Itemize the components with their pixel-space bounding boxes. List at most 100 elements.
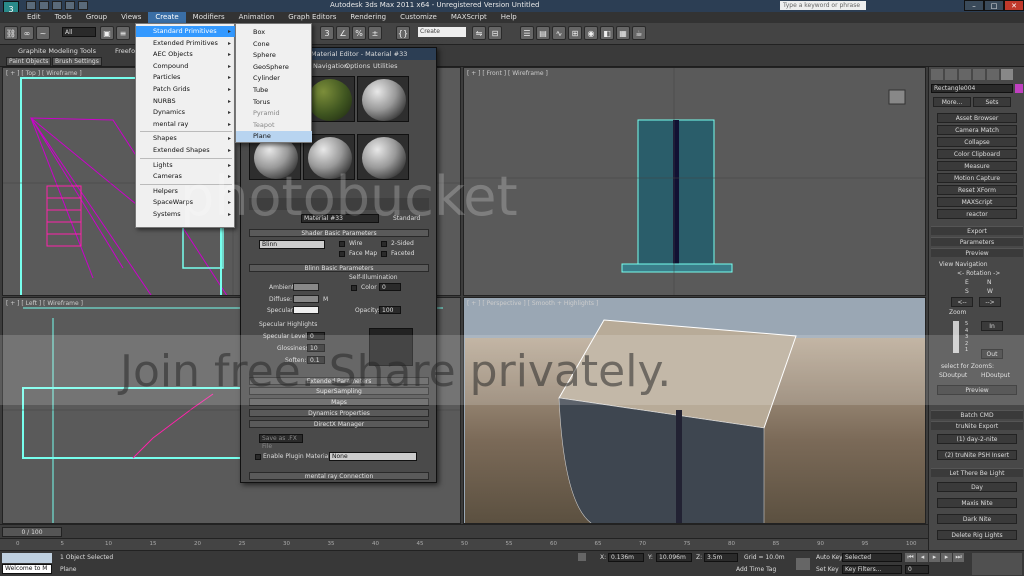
viewport-front[interactable]: [ + ] [ Front ] [ Wireframe ] — [463, 67, 926, 296]
menu-options[interactable]: Options — [345, 62, 370, 70]
angle-snap-icon[interactable]: ∠ — [336, 26, 350, 40]
align-icon[interactable]: ⊟ — [488, 26, 502, 40]
key-filters-button[interactable]: Key Filters... — [842, 565, 902, 574]
object-color-swatch[interactable] — [1015, 84, 1023, 93]
utilities-tab-icon[interactable] — [1001, 69, 1013, 80]
faceted-checkbox[interactable] — [381, 251, 387, 257]
lock-selection-icon[interactable] — [578, 553, 586, 561]
utility-reset-xform-button[interactable]: Reset XForm — [937, 185, 1017, 195]
y-coord-field[interactable]: 10.096m — [656, 553, 692, 562]
mirror-icon[interactable]: ⇋ — [472, 26, 486, 40]
bind-spacewarp-icon[interactable]: ~ — [36, 26, 50, 40]
utility-camera-match-button[interactable]: Camera Match — [937, 125, 1017, 135]
trunite-psh-button[interactable]: (2) truNite PSH Insert — [937, 450, 1017, 460]
viewport-navigation-controls[interactable] — [972, 553, 1022, 575]
sample-slot-2[interactable] — [357, 76, 409, 122]
x-coord-field[interactable]: 0.136m — [608, 553, 644, 562]
rollout-mental-ray[interactable]: mental ray Connection — [249, 472, 429, 480]
select-by-name-icon[interactable]: ≡ — [116, 26, 130, 40]
primitive-item-sphere[interactable]: Sphere — [236, 50, 312, 61]
radio-e[interactable]: E — [965, 279, 969, 286]
rollout-dynamics-properties[interactable]: Dynamics Properties — [249, 409, 429, 417]
opacity-field[interactable]: 100 — [379, 306, 401, 314]
specular-color-swatch[interactable] — [293, 306, 319, 314]
display-tab-icon[interactable] — [987, 69, 999, 80]
rotate-right-button[interactable]: --> — [979, 297, 1001, 307]
select-object-icon[interactable]: ▣ — [100, 26, 114, 40]
diffuse-map-button[interactable]: M — [323, 296, 328, 303]
radio-s[interactable]: S — [965, 288, 969, 295]
minimize-button[interactable]: – — [964, 0, 984, 11]
self-illum-color-checkbox[interactable] — [351, 285, 357, 291]
go-to-end-icon[interactable]: ⏭ — [953, 553, 964, 562]
utility-color-clipboard-button[interactable]: Color Clipboard — [937, 149, 1017, 159]
new-file-icon[interactable] — [26, 1, 36, 10]
primitive-item-torus[interactable]: Torus — [236, 97, 312, 108]
ambient-color-swatch[interactable] — [293, 283, 319, 291]
create-menu-item-patch-grids[interactable]: Patch Grids ▸ — [136, 84, 235, 95]
object-name-field[interactable]: Rectangle004 — [931, 84, 1013, 93]
search-input[interactable]: Type a keyword or phrase — [780, 1, 866, 10]
wire-checkbox[interactable] — [339, 241, 345, 247]
utility-reactor-button[interactable]: reactor — [937, 209, 1017, 219]
utility-maxscript-button[interactable]: MAXScript — [937, 197, 1017, 207]
save-fx-button[interactable]: Save as .FX File — [259, 434, 303, 450]
edit-named-sets-icon[interactable]: {} — [396, 26, 410, 40]
hierarchy-tab-icon[interactable] — [959, 69, 971, 80]
set-key-button[interactable]: Set Key — [816, 566, 839, 573]
go-to-start-icon[interactable]: ⏮ — [905, 553, 916, 562]
render-production-icon[interactable]: ☕ — [632, 26, 646, 40]
create-menu-item-dynamics[interactable]: Dynamics ▸ — [136, 107, 235, 118]
shader-type-dropdown[interactable]: Blinn — [259, 240, 325, 249]
rollout-blinn-basic[interactable]: Blinn Basic Parameters — [249, 264, 429, 272]
maximize-button[interactable]: □ — [984, 0, 1004, 11]
menu-views[interactable]: Views — [114, 12, 148, 23]
brush-settings-button[interactable]: Brush Settings — [52, 57, 102, 66]
unlink-icon[interactable]: ∞ — [20, 26, 34, 40]
primitive-item-geosphere[interactable]: GeoSphere — [236, 62, 312, 73]
sets-button[interactable]: Sets — [973, 97, 1011, 107]
radio-n[interactable]: N — [987, 279, 992, 286]
utility-asset-browser-button[interactable]: Asset Browser — [937, 113, 1017, 123]
primitive-item-box[interactable]: Box — [236, 27, 312, 38]
menu-graph-editors[interactable]: Graph Editors — [281, 12, 343, 23]
paint-objects-button[interactable]: Paint Objects — [6, 57, 52, 66]
spinner-snap-icon[interactable]: ± — [368, 26, 382, 40]
close-button[interactable]: ✕ — [1004, 0, 1024, 11]
rollout-shader-basic[interactable]: Shader Basic Parameters — [249, 229, 429, 237]
create-menu-item-nurbs[interactable]: NURBS ▸ — [136, 96, 235, 107]
menu-group[interactable]: Group — [79, 12, 114, 23]
two-sided-checkbox[interactable] — [381, 241, 387, 247]
rollout-trunite-export[interactable]: truNite Export — [931, 421, 1023, 430]
add-time-tag[interactable]: Add Time Tag — [736, 566, 776, 573]
open-file-icon[interactable] — [39, 1, 49, 10]
self-illum-value-field[interactable]: 0 — [379, 283, 401, 291]
current-frame-field[interactable]: 0 — [905, 565, 929, 574]
named-selection-sets-field[interactable]: Create Selection S — [418, 27, 466, 45]
modify-tab-icon[interactable] — [945, 69, 957, 80]
menu-customize[interactable]: Customize — [393, 12, 444, 23]
menu-create[interactable]: Create — [148, 12, 186, 23]
auto-key-button[interactable]: Auto Key — [816, 554, 843, 561]
render-setup-icon[interactable]: ◧ — [600, 26, 614, 40]
track-bar[interactable]: 0 5 10 15 20 25 30 35 40 45 50 55 60 65 70 75 80 85 90 95 10… — [0, 538, 928, 550]
light-dark-nite-button[interactable]: Dark Nite — [937, 514, 1017, 524]
menu-navigation[interactable]: Navigation — [313, 62, 348, 70]
rotate-left-button[interactable]: <-- — [951, 297, 973, 307]
curve-editor-icon[interactable]: ∿ — [552, 26, 566, 40]
rollout-directx-manager[interactable]: DirectX Manager — [249, 420, 429, 428]
menu-animation[interactable]: Animation — [232, 12, 282, 23]
primitive-item-teapot[interactable]: Teapot — [236, 120, 312, 131]
create-menu-item-extended-shapes[interactable]: Extended Shapes ▸ — [136, 145, 235, 156]
rollout-let-there-be-light[interactable]: Let There Be Light — [931, 468, 1023, 477]
menu-modifiers[interactable]: Modifiers — [186, 12, 232, 23]
schematic-view-icon[interactable]: ⊞ — [568, 26, 582, 40]
snap-toggle-icon[interactable]: 3 — [320, 26, 334, 40]
play-icon[interactable]: ▸ — [929, 553, 940, 562]
save-file-icon[interactable] — [52, 1, 62, 10]
material-editor-icon[interactable]: ◉ — [584, 26, 598, 40]
create-menu-item-mental-ray[interactable]: mental ray ▸ — [136, 119, 235, 130]
ribbon-tab-graphite[interactable]: Graphite Modeling Tools — [18, 47, 96, 55]
maxscript-mini-listener-top[interactable] — [2, 553, 52, 563]
primitive-item-plane[interactable]: Plane — [236, 131, 312, 143]
